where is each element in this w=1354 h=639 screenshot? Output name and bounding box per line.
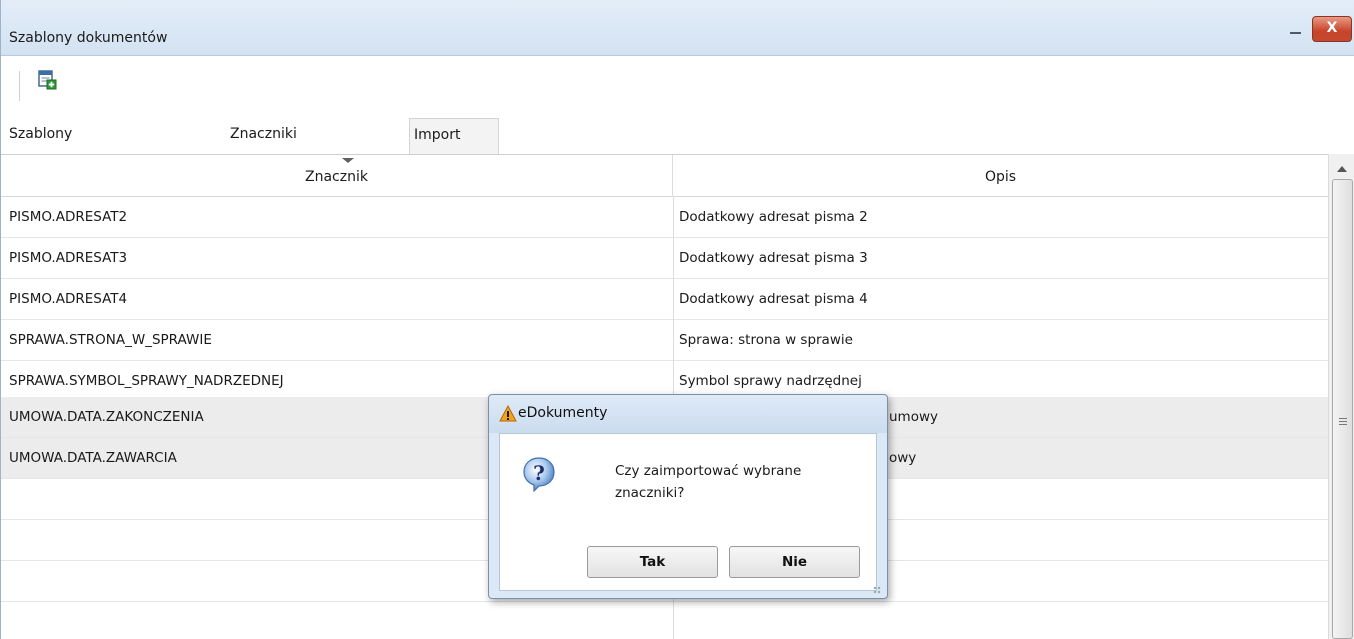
resize-grip-icon[interactable] <box>873 586 881 594</box>
column-label-znacznik: Znacznik <box>305 169 368 185</box>
column-header-opis[interactable]: Opis <box>673 155 1328 197</box>
scrollbar-thumb[interactable] <box>1332 179 1353 639</box>
table-row[interactable]: PISMO.ADRESAT3 Dodatkowy adresat pisma 3 <box>1 238 1328 279</box>
tab-import-znacznikow[interactable]: Import znaczników <box>409 118 500 175</box>
column-header-znacznik[interactable]: Znacznik <box>1 155 673 197</box>
toolbar <box>1 57 1354 107</box>
scroll-up-arrow-icon[interactable] <box>1337 166 1347 172</box>
cell-znacznik: PISMO.ADRESAT4 <box>9 291 128 307</box>
cell-znacznik: PISMO.ADRESAT2 <box>9 209 128 225</box>
grid-header: Znacznik Opis <box>1 155 1328 197</box>
sort-descending-icon <box>342 158 354 163</box>
tab-znaczniki-szablonow[interactable]: Znaczniki szablonów <box>226 118 307 174</box>
table-row[interactable]: PISMO.ADRESAT2 Dodatkowy adresat pisma 2 <box>1 197 1328 238</box>
dialog-titlebar[interactable]: eDokumenty <box>489 395 887 433</box>
minimize-button[interactable] <box>1280 17 1310 41</box>
dialog-body: ? Czy zaimportować wybrane znaczniki? Ta… <box>499 433 877 591</box>
add-template-icon[interactable] <box>37 69 59 91</box>
close-button[interactable]: X <box>1312 16 1352 42</box>
table-row[interactable]: PISMO.ADRESAT4 Dodatkowy adresat pisma 4 <box>1 279 1328 320</box>
cell-znacznik: SPRAWA.STRONA_W_SPRAWIE <box>9 332 212 348</box>
cell-opis: Dodatkowy adresat pisma 2 <box>679 209 868 225</box>
dialog-message: Czy zaimportować wybrane znaczniki? <box>615 463 802 501</box>
confirm-dialog: eDokumenty ? Czy zaimportować wybrane zn… <box>488 394 888 599</box>
cell-opis: owy <box>889 450 917 466</box>
cell-opis: Dodatkowy adresat pisma 4 <box>679 291 868 307</box>
cell-opis: umowy <box>889 409 938 425</box>
main-window: Szablony dokumentów X Szablony dokumentó… <box>0 0 1354 639</box>
no-button[interactable]: Nie <box>729 546 860 578</box>
tab-szablony-dokumentow[interactable]: Szablony dokumentów <box>5 118 104 174</box>
vertical-scrollbar[interactable] <box>1328 154 1354 639</box>
column-label-opis: Opis <box>984 169 1017 185</box>
grip-icon <box>1339 418 1347 427</box>
svg-text:?: ? <box>533 461 545 485</box>
dialog-title: eDokumenty <box>518 405 608 421</box>
toolbar-separator <box>19 71 20 101</box>
question-icon: ? <box>522 456 556 493</box>
cell-znacznik: PISMO.ADRESAT3 <box>9 250 128 266</box>
cell-opis: Dodatkowy adresat pisma 3 <box>679 250 868 266</box>
window-title: Szablony dokumentów <box>9 30 168 46</box>
window-titlebar: Szablony dokumentów X <box>1 0 1354 56</box>
table-row[interactable]: SPRAWA.STRONA_W_SPRAWIE Sprawa: strona w… <box>1 320 1328 361</box>
yes-button[interactable]: Tak <box>587 546 718 578</box>
cell-opis: Sprawa: strona w sprawie <box>679 332 853 348</box>
warning-icon <box>499 404 517 423</box>
